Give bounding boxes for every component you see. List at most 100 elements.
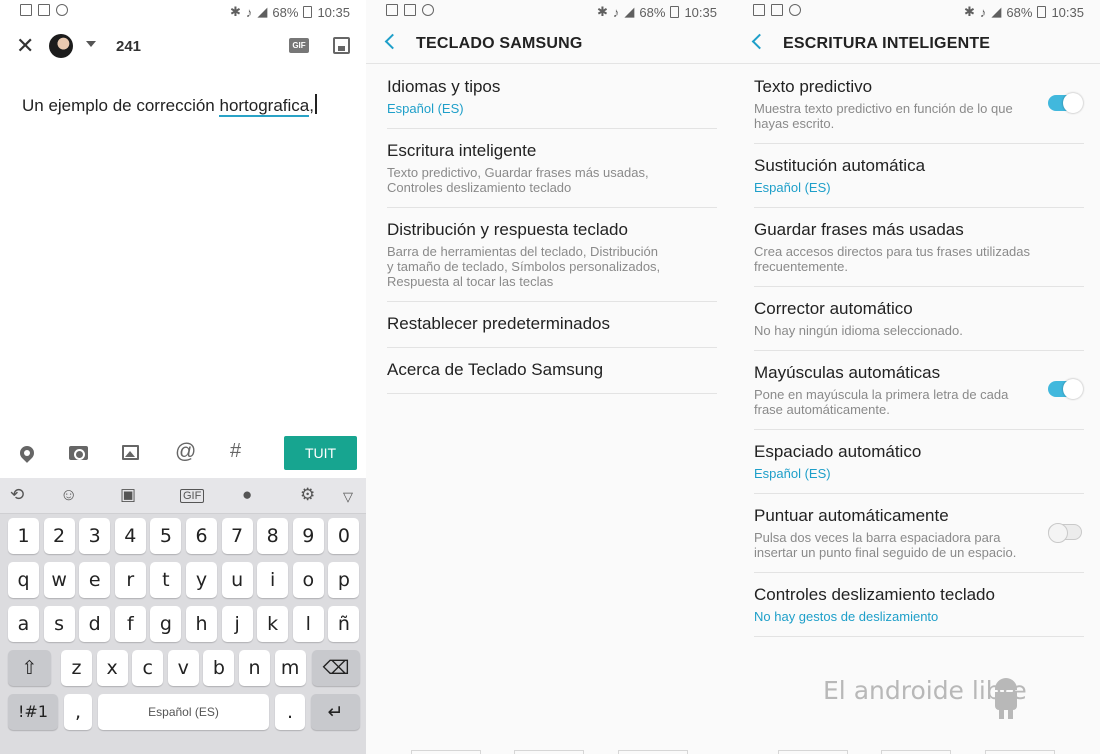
period-key[interactable]: . [275, 694, 305, 730]
key-c[interactable]: c [132, 650, 164, 686]
toggle-switch[interactable] [1048, 93, 1083, 113]
key-1[interactable]: 1 [8, 518, 39, 554]
key-x[interactable]: x [96, 650, 128, 686]
camera-icon[interactable] [69, 446, 88, 460]
avatar[interactable] [49, 34, 73, 58]
key-t[interactable]: t [150, 562, 182, 598]
key-r[interactable]: r [114, 562, 146, 598]
smart-setting-item-summary: Crea accesos directos para tus frases ut… [754, 244, 1084, 274]
smart-setting-item[interactable]: Texto predictivo Muestra texto predictivo… [754, 65, 1084, 144]
key-q[interactable]: q [8, 562, 39, 598]
tweet-input[interactable]: Un ejemplo de corrección hortografica, [22, 94, 317, 117]
clock: 10:35 [317, 4, 350, 20]
gear-icon[interactable]: ⚙ [300, 485, 315, 505]
battery-icon [670, 6, 680, 18]
close-icon[interactable]: ✕ [16, 35, 34, 57]
key-0[interactable]: 0 [328, 518, 360, 554]
smart-setting-item[interactable]: Espaciado automático Español (ES) [754, 430, 1084, 494]
shift-key[interactable]: ⇧ [8, 650, 51, 686]
key-w[interactable]: w [43, 562, 75, 598]
key-5[interactable]: 5 [150, 518, 182, 554]
setting-item[interactable]: Idiomas y tipos Español (ES) [387, 65, 717, 129]
summary-line: hayas escrito. [754, 116, 835, 131]
nav-button[interactable] [411, 750, 481, 754]
smart-setting-item[interactable]: Controles deslizamiento teclado No hay ge… [754, 573, 1084, 637]
key-h[interactable]: h [186, 606, 217, 642]
key-9[interactable]: 9 [292, 518, 324, 554]
save-draft-icon[interactable] [333, 37, 350, 54]
nav-button[interactable] [618, 750, 688, 754]
smart-setting-item[interactable]: Corrector automático No hay ningún idioma… [754, 287, 1084, 351]
misspelled-word[interactable]: hortografica [219, 96, 310, 117]
tuit-button[interactable]: TUIT [284, 436, 357, 470]
enter-key[interactable]: ↵ [311, 694, 360, 730]
do-not-disturb-icon [789, 4, 801, 16]
gif-icon[interactable]: GIF [289, 38, 309, 53]
comma-key[interactable]: , [64, 694, 92, 730]
symbols-key[interactable]: !#1 [8, 694, 58, 730]
key-v[interactable]: v [167, 650, 199, 686]
image-icon[interactable] [122, 445, 139, 460]
sticker-icon[interactable]: ▣ [120, 485, 136, 505]
smart-typing-settings: ✱ ♪ ◢ 68% 10:35 ESCRITURA INTELIGENTE Texto … [733, 0, 1100, 754]
key-b[interactable]: b [203, 650, 235, 686]
key-e[interactable]: e [79, 562, 111, 598]
text-cursor [315, 94, 317, 114]
at-icon[interactable]: @ [175, 440, 196, 464]
key-o[interactable]: o [292, 562, 324, 598]
chevron-down-icon[interactable] [86, 41, 96, 47]
gif-icon[interactable]: GIF [180, 489, 205, 503]
key-3[interactable]: 3 [79, 518, 111, 554]
mute-icon: ♪ [979, 4, 987, 20]
smart-setting-item[interactable]: Mayúsculas automáticas Pone en mayúscula … [754, 351, 1084, 430]
mic-icon[interactable]: ● [242, 485, 252, 505]
key-2[interactable]: 2 [43, 518, 75, 554]
key-d[interactable]: d [79, 606, 111, 642]
key-k[interactable]: k [257, 606, 289, 642]
delete-key[interactable]: ⌫ [312, 650, 360, 686]
key-z[interactable]: z [61, 650, 92, 686]
key-l[interactable]: l [292, 606, 324, 642]
nav-button[interactable] [985, 750, 1055, 754]
space-key[interactable]: Español (ES) [98, 694, 269, 730]
nav-button[interactable] [881, 750, 951, 754]
toggle-switch[interactable] [1048, 379, 1083, 399]
key-8[interactable]: 8 [257, 518, 289, 554]
smart-setting-item[interactable]: Puntuar automáticamente Pulsa dos veces l… [754, 494, 1084, 573]
setting-item[interactable]: Restablecer predeterminados [387, 302, 717, 348]
nav-button[interactable] [514, 750, 584, 754]
gallery-notification-icon [38, 4, 50, 16]
text-recognition-icon[interactable]: ⟲ [10, 485, 24, 505]
back-arrow-icon[interactable] [384, 33, 401, 50]
emoji-icon[interactable]: ☺ [60, 485, 77, 505]
key-g[interactable]: g [150, 606, 182, 642]
key-j[interactable]: j [221, 606, 253, 642]
smart-setting-item[interactable]: Sustitución automática Español (ES) [754, 144, 1084, 208]
summary-line: Crea accesos directos para tus frases ut… [754, 244, 1031, 259]
setting-item[interactable]: Escritura inteligente Texto predictivo, G… [387, 129, 717, 208]
nav-button[interactable] [778, 750, 848, 754]
key-7[interactable]: 7 [221, 518, 253, 554]
key-u[interactable]: u [221, 562, 253, 598]
mute-icon: ♪ [245, 4, 253, 20]
setting-item[interactable]: Acerca de Teclado Samsung [387, 348, 717, 394]
setting-item[interactable]: Distribución y respuesta teclado Barra de… [387, 208, 717, 302]
key-i[interactable]: i [257, 562, 289, 598]
key-ñ[interactable]: ñ [328, 606, 360, 642]
toggle-switch[interactable] [1048, 523, 1082, 543]
hashtag-icon[interactable]: # [230, 440, 241, 463]
chevron-down-icon[interactable]: ▽ [343, 489, 353, 505]
location-icon[interactable] [17, 443, 37, 463]
key-f[interactable]: f [114, 606, 146, 642]
key-4[interactable]: 4 [114, 518, 146, 554]
key-a[interactable]: a [8, 606, 39, 642]
key-6[interactable]: 6 [186, 518, 217, 554]
summary-line: frase automáticamente. [754, 402, 890, 417]
key-p[interactable]: p [328, 562, 360, 598]
back-arrow-icon[interactable] [751, 33, 768, 50]
key-y[interactable]: y [186, 562, 217, 598]
smart-setting-item[interactable]: Guardar frases más usadas Crea accesos di… [754, 208, 1084, 287]
key-n[interactable]: n [239, 650, 270, 686]
key-s[interactable]: s [43, 606, 75, 642]
key-m[interactable]: m [274, 650, 306, 686]
